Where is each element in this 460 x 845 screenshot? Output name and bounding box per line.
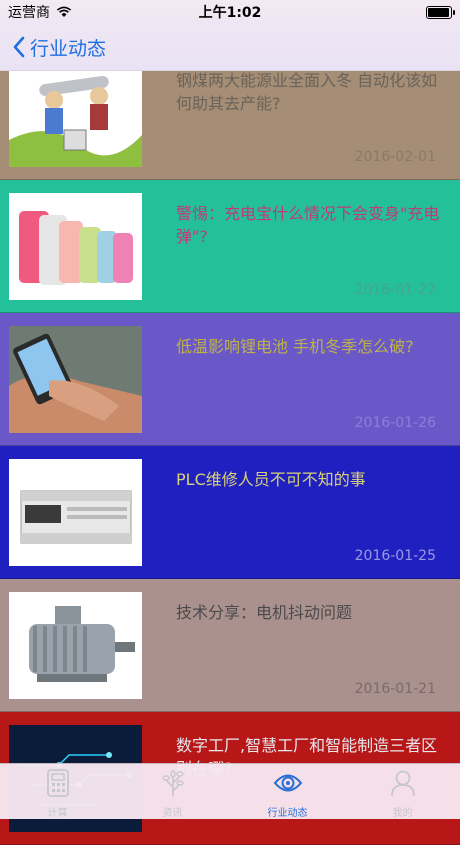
tab-tree[interactable]: 资讯 xyxy=(115,764,230,819)
article-thumbnail xyxy=(9,60,142,167)
article-thumbnail xyxy=(9,193,142,300)
article-title: 钢煤两大能源业全面入冬 自动化该如何助其去产能? xyxy=(176,71,438,113)
article-title: 警惕：充电宝什么情况下会变身"充电弹"? xyxy=(176,204,440,246)
tab-user[interactable]: 我的 xyxy=(345,764,460,819)
navigation-bar: 行业动态 xyxy=(0,24,460,71)
user-icon xyxy=(390,769,416,801)
tab-label: 计算 xyxy=(47,808,68,819)
article-thumbnail xyxy=(9,592,142,699)
battery-icon xyxy=(426,5,455,19)
article-title: 技术分享：电机抖动问题 xyxy=(176,603,353,622)
tab-label: 行业动态 xyxy=(267,808,308,819)
article-list: 钢煤两大能源业全面入冬 自动化该如何助其去产能? 2016-02-01 警惕：充电宝… xyxy=(0,47,460,845)
chevron-left-icon xyxy=(13,36,25,58)
tab-calculator[interactable]: 计算 xyxy=(0,764,115,819)
status-left: 运营商 xyxy=(0,2,72,22)
article-cell[interactable]: PLC维修人员不可不知的事 2016-01-25 xyxy=(0,446,460,579)
calculator-icon xyxy=(45,769,71,801)
tab-bar: 计算 资讯 行业动态 我的 xyxy=(0,763,460,819)
eye-icon xyxy=(273,769,303,801)
wifi-icon xyxy=(56,6,72,17)
article-date: 2016-02-01 xyxy=(354,149,436,165)
tab-label: 我的 xyxy=(392,808,413,819)
carrier-label: 运营商 xyxy=(8,5,50,21)
article-thumbnail xyxy=(9,326,142,433)
article-date: 2016-01-21 xyxy=(354,681,436,697)
article-title: PLC维修人员不可不知的事 xyxy=(176,470,366,489)
article-date: 2016-01-26 xyxy=(354,415,436,431)
article-cell[interactable]: 警惕：充电宝什么情况下会变身"充电弹"? 2016-01-27 xyxy=(0,180,460,313)
status-bar: 运营商 上午1:02 xyxy=(0,0,460,24)
tab-label: 资讯 xyxy=(162,808,183,819)
article-thumbnail xyxy=(9,459,142,566)
article-cell[interactable]: 技术分享：电机抖动问题 2016-01-21 xyxy=(0,579,460,712)
article-cell[interactable]: 低温影响锂电池 手机冬季怎么破? 2016-01-26 xyxy=(0,313,460,446)
article-date: 2016-01-27 xyxy=(354,282,436,298)
back-button[interactable]: 行业动态 xyxy=(0,34,106,61)
tree-icon xyxy=(160,769,186,801)
article-date: 2016-01-25 xyxy=(354,548,436,564)
status-right xyxy=(426,5,460,19)
article-title: 低温影响锂电池 手机冬季怎么破? xyxy=(176,337,414,356)
tab-eye[interactable]: 行业动态 xyxy=(230,764,345,819)
nav-title: 行业动态 xyxy=(30,37,107,60)
